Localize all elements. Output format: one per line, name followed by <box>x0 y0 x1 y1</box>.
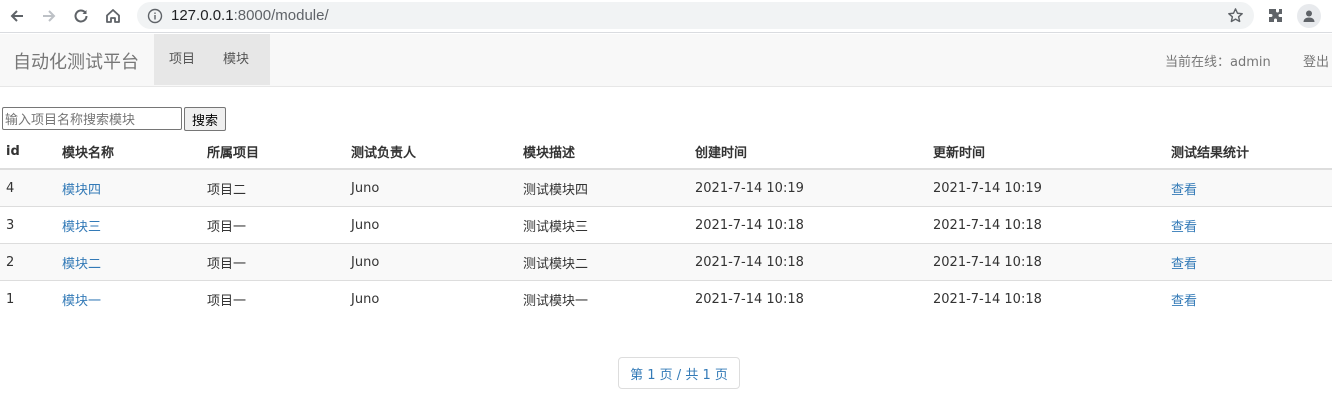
cell-owner: Juno <box>345 280 517 317</box>
forward-icon[interactable] <box>38 5 60 27</box>
cell-created: 2021-7-14 10:18 <box>689 280 927 317</box>
reload-icon[interactable] <box>70 5 92 27</box>
cell-updated: 2021-7-14 10:18 <box>927 280 1165 317</box>
nav-tab-projects[interactable]: 项目 <box>154 34 209 85</box>
cell-module-name: 模块二 <box>56 243 201 281</box>
cell-owner: Juno <box>345 168 517 207</box>
cell-id: 3 <box>0 206 56 244</box>
cell-created: 2021-7-14 10:18 <box>689 206 927 244</box>
cell-project: 项目二 <box>201 168 345 207</box>
cell-owner: Juno <box>345 206 517 244</box>
nav-tabs: 项目 模块 <box>154 34 270 85</box>
cell-description: 测试模块二 <box>517 243 689 281</box>
nav-tab-modules[interactable]: 模块 <box>209 34 263 85</box>
cell-updated: 2021-7-14 10:18 <box>927 206 1165 244</box>
cell-id: 4 <box>0 168 56 207</box>
cell-module-name: 模块一 <box>56 280 201 317</box>
cell-project: 项目一 <box>201 206 345 244</box>
view-stats-link[interactable]: 查看 <box>1171 294 1197 309</box>
pagination-indicator[interactable]: 第 1 页 / 共 1 页 <box>618 357 740 389</box>
home-icon[interactable] <box>102 5 124 27</box>
header-project: 所属项目 <box>201 134 345 170</box>
module-name-link[interactable]: 模块三 <box>62 220 101 235</box>
app-navbar: 自动化测试平台 项目 模块 当前在线：admin 登出 <box>0 34 1332 87</box>
address-bar[interactable]: 127.0.0.1:8000/module/ <box>137 2 1254 29</box>
cell-description: 测试模块三 <box>517 206 689 244</box>
header-description: 模块描述 <box>517 134 689 170</box>
cell-updated: 2021-7-14 10:18 <box>927 243 1165 281</box>
module-name-link[interactable]: 模块一 <box>62 294 101 309</box>
header-updated: 更新时间 <box>927 134 1165 170</box>
bookmark-star-icon[interactable] <box>1227 7 1244 24</box>
header-owner: 测试负责人 <box>345 134 517 170</box>
logout-link[interactable]: 登出 <box>1303 51 1329 70</box>
module-name-link[interactable]: 模块四 <box>62 183 101 198</box>
cell-stats: 查看 <box>1165 168 1332 207</box>
search-button[interactable]: 搜索 <box>184 107 226 131</box>
view-stats-link[interactable]: 查看 <box>1171 183 1197 198</box>
header-created: 创建时间 <box>689 134 927 170</box>
view-stats-link[interactable]: 查看 <box>1171 257 1197 272</box>
cell-module-name: 模块四 <box>56 168 201 207</box>
header-id: id <box>0 134 56 170</box>
table-row: 4 模块四 项目二 Juno 测试模块四 2021-7-14 10:19 202… <box>0 168 1332 207</box>
header-stats: 测试结果统计 <box>1165 134 1332 170</box>
module-name-link[interactable]: 模块二 <box>62 257 101 272</box>
profile-avatar-icon[interactable] <box>1297 4 1321 28</box>
cell-stats: 查看 <box>1165 280 1332 317</box>
browser-toolbar: 127.0.0.1:8000/module/ <box>0 0 1332 33</box>
cell-project: 项目一 <box>201 243 345 281</box>
cell-description: 测试模块四 <box>517 168 689 207</box>
module-table: id 模块名称 所属项目 测试负责人 模块描述 创建时间 更新时间 测试结果统计… <box>0 134 1332 317</box>
cell-module-name: 模块三 <box>56 206 201 244</box>
url-text: 127.0.0.1:8000/module/ <box>171 7 329 24</box>
back-icon[interactable] <box>6 5 28 27</box>
table-row: 3 模块三 项目一 Juno 测试模块三 2021-7-14 10:18 202… <box>0 206 1332 244</box>
info-icon[interactable] <box>147 8 163 24</box>
cell-stats: 查看 <box>1165 206 1332 244</box>
cell-created: 2021-7-14 10:19 <box>689 168 927 207</box>
cell-updated: 2021-7-14 10:19 <box>927 168 1165 207</box>
table-row: 2 模块二 项目一 Juno 测试模块二 2021-7-14 10:18 202… <box>0 243 1332 281</box>
header-module-name: 模块名称 <box>56 134 201 170</box>
cell-description: 测试模块一 <box>517 280 689 317</box>
cell-owner: Juno <box>345 243 517 281</box>
table-header-row: id 模块名称 所属项目 测试负责人 模块描述 创建时间 更新时间 测试结果统计 <box>0 134 1332 170</box>
cell-stats: 查看 <box>1165 243 1332 281</box>
cell-id: 1 <box>0 280 56 317</box>
extensions-icon[interactable] <box>1266 6 1286 26</box>
table-row: 1 模块一 项目一 Juno 测试模块一 2021-7-14 10:18 202… <box>0 280 1332 317</box>
search-input[interactable]: 输入项目名称搜索模块 <box>2 107 182 130</box>
cell-id: 2 <box>0 243 56 281</box>
cell-created: 2021-7-14 10:18 <box>689 243 927 281</box>
brand-title[interactable]: 自动化测试平台 <box>13 48 139 74</box>
cell-project: 项目一 <box>201 280 345 317</box>
view-stats-link[interactable]: 查看 <box>1171 220 1197 235</box>
online-user-text: 当前在线：admin <box>1165 55 1271 70</box>
